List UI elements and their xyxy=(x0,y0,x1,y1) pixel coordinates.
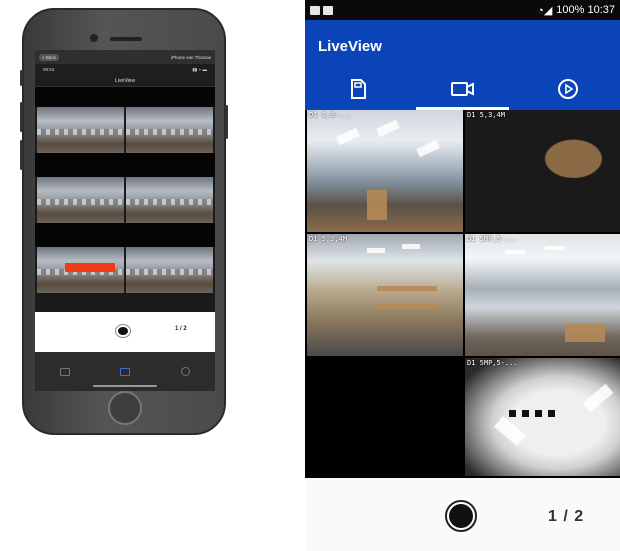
tab-bar xyxy=(305,68,620,110)
status-time: 09:53 xyxy=(43,67,55,72)
camera-label: D1 5,3,4M xyxy=(309,235,347,243)
mute-switch xyxy=(20,70,23,86)
camera-label: D1 5MP,5-... xyxy=(467,359,518,367)
home-button[interactable] xyxy=(108,391,142,425)
camera-label: D1 1,3-... xyxy=(309,111,352,119)
wifi-signal-icon: ◔◢ xyxy=(537,4,553,17)
iphone-topbar: < Back iPhone van Thomas xyxy=(35,50,215,64)
power-button xyxy=(225,105,228,139)
tab-storage[interactable] xyxy=(305,68,410,110)
android-app-screen: ◔◢ 100% 10:37 LiveView D1 1,3-... D1 5,3… xyxy=(305,0,620,551)
loading-indicator xyxy=(509,410,555,417)
earpiece-speaker xyxy=(110,37,142,41)
camera-thumbnail[interactable] xyxy=(126,107,213,153)
home-indicator xyxy=(93,385,157,387)
camera-label: D1 5MP,5-... xyxy=(467,235,518,243)
play-circle-icon xyxy=(557,79,578,99)
tab-liveview[interactable] xyxy=(410,68,515,110)
camera-row xyxy=(35,107,215,153)
gallery-icon xyxy=(323,5,333,15)
camera-row xyxy=(35,177,215,223)
camera-feed-empty[interactable] xyxy=(307,358,463,476)
iphone-bottom-controls: 1 / 2 xyxy=(35,312,215,352)
status-icons: ▮▮ ◗ ▬ xyxy=(192,66,207,72)
camera-grid: D1 1,3-... D1 5,3,4M D1 5,3,4M D1 5MP,5-… xyxy=(305,110,620,478)
front-camera xyxy=(90,34,98,42)
status-right: ◔◢ 100% 10:37 xyxy=(537,4,615,17)
camera-feed[interactable]: D1 5MP,5-... xyxy=(465,358,620,476)
iphone-page-title: LiveView xyxy=(35,75,215,87)
camera-thumbnail[interactable] xyxy=(37,107,124,153)
camera-feed[interactable]: D1 5,3,4M xyxy=(465,110,620,232)
iphone-status-bar: 09:53 ▮▮ ◗ ▬ xyxy=(35,64,215,75)
recording-highlight-bar xyxy=(65,263,115,272)
page-indicator: 1 / 2 xyxy=(175,326,187,332)
play-circle-icon[interactable] xyxy=(180,367,190,376)
battery-time: 100% 10:37 xyxy=(556,4,615,16)
iphone-screen: < Back iPhone van Thomas 09:53 ▮▮ ◗ ▬ Li… xyxy=(35,50,215,391)
record-icon xyxy=(449,504,473,528)
video-camera-icon[interactable] xyxy=(120,367,131,376)
tab-playback[interactable] xyxy=(515,68,620,110)
sd-card-icon[interactable] xyxy=(60,367,71,376)
page-indicator: 1 / 2 xyxy=(548,508,585,525)
device-name: iPhone van Thomas xyxy=(171,54,211,60)
record-button[interactable] xyxy=(445,500,477,532)
camera-label: D1 5,3,4M xyxy=(467,111,505,119)
image-icon xyxy=(310,5,320,15)
camera-thumbnail[interactable] xyxy=(126,177,213,223)
camera-feed[interactable]: D1 1,3-... xyxy=(307,110,463,232)
iphone-mockup: < Back iPhone van Thomas 09:53 ▮▮ ◗ ▬ Li… xyxy=(20,8,228,435)
camera-feed[interactable]: D1 5MP,5-... xyxy=(465,234,620,356)
camera-row xyxy=(35,247,215,293)
back-button[interactable]: < Back xyxy=(39,53,59,61)
bottom-controls: 1 / 2 xyxy=(305,478,620,551)
camera-feed[interactable]: D1 5,3,4M xyxy=(307,234,463,356)
app-bar: LiveView xyxy=(305,20,620,110)
record-button[interactable] xyxy=(116,325,130,337)
sd-card-icon xyxy=(350,79,366,99)
android-status-bar: ◔◢ 100% 10:37 xyxy=(305,0,620,20)
page-title: LiveView xyxy=(318,38,382,55)
video-camera-icon xyxy=(450,82,474,96)
volume-down-button xyxy=(20,140,23,170)
camera-thumbnail[interactable] xyxy=(37,177,124,223)
volume-up-button xyxy=(20,102,23,132)
notification-icons xyxy=(310,5,333,15)
screenshot-composite: < Back iPhone van Thomas 09:53 ▮▮ ◗ ▬ Li… xyxy=(0,0,620,551)
camera-thumbnail[interactable] xyxy=(126,247,213,293)
